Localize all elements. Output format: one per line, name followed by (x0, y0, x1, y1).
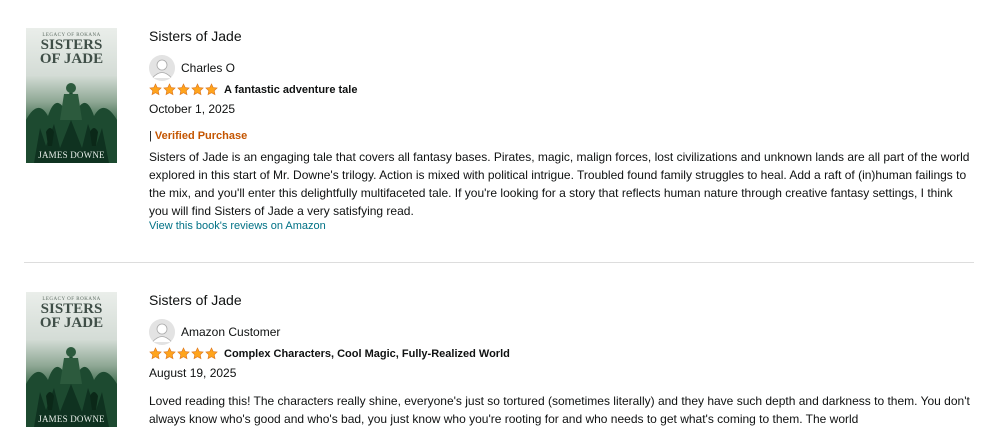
review-body: Sisters of Jade is an engaging tale that… (149, 150, 970, 218)
star-icon (205, 347, 218, 360)
reviewer-profile[interactable]: Charles O (149, 55, 235, 81)
review-headline: Complex Characters, Cool Magic, Fully-Re… (224, 347, 510, 360)
reviewer-name: Charles O (181, 61, 236, 75)
review-body: Loved reading this! The characters reall… (149, 394, 970, 426)
star-icon (149, 83, 162, 96)
review-date: October 1, 2025 (149, 102, 236, 116)
review-headline: A fantastic adventure tale (224, 83, 358, 96)
rating-row: A fantastic adventure tale (149, 83, 357, 96)
user-silhouette-icon (149, 55, 175, 81)
review-date: August 19, 2025 (149, 366, 237, 380)
user-silhouette-icon (149, 319, 175, 345)
rating-row: Complex Characters, Cool Magic, Fully-Re… (149, 347, 510, 360)
cover-title-text: SISTERS OF JADE (39, 37, 104, 67)
book-cover-image[interactable]: LEGACY OF ROKANA SISTERS OF JADE JAMES D… (26, 292, 117, 427)
cover-title-text: SISTERS OF JADE (39, 301, 104, 331)
star-icon (191, 83, 204, 96)
book-cover-image[interactable]: LEGACY OF ROKANA SISTERS OF JADE JAMES D… (26, 28, 117, 163)
star-icon (191, 347, 204, 360)
book-title: Sisters of Jade (149, 28, 242, 44)
review-divider (24, 262, 974, 263)
verified-separator: | (149, 130, 152, 142)
star-icon (163, 347, 176, 360)
verified-purchase-badge: | Verified Purchase (149, 130, 247, 142)
book-title: Sisters of Jade (149, 292, 242, 308)
reviewer-name: Amazon Customer (181, 325, 281, 339)
cover-author-text: JAMES DOWNE (38, 150, 105, 160)
verified-purchase-label: Verified Purchase (154, 130, 248, 142)
star-icon (149, 347, 162, 360)
view-reviews-on-amazon-link[interactable]: View this book's reviews on Amazon (149, 220, 326, 232)
cover-author-text: JAMES DOWNE (38, 414, 105, 424)
star-icon (177, 347, 190, 360)
star-icon (177, 83, 190, 96)
star-rating (149, 83, 219, 96)
star-rating (149, 347, 219, 360)
star-icon (205, 83, 218, 96)
reviewer-profile[interactable]: Amazon Customer (149, 319, 280, 345)
star-icon (163, 83, 176, 96)
